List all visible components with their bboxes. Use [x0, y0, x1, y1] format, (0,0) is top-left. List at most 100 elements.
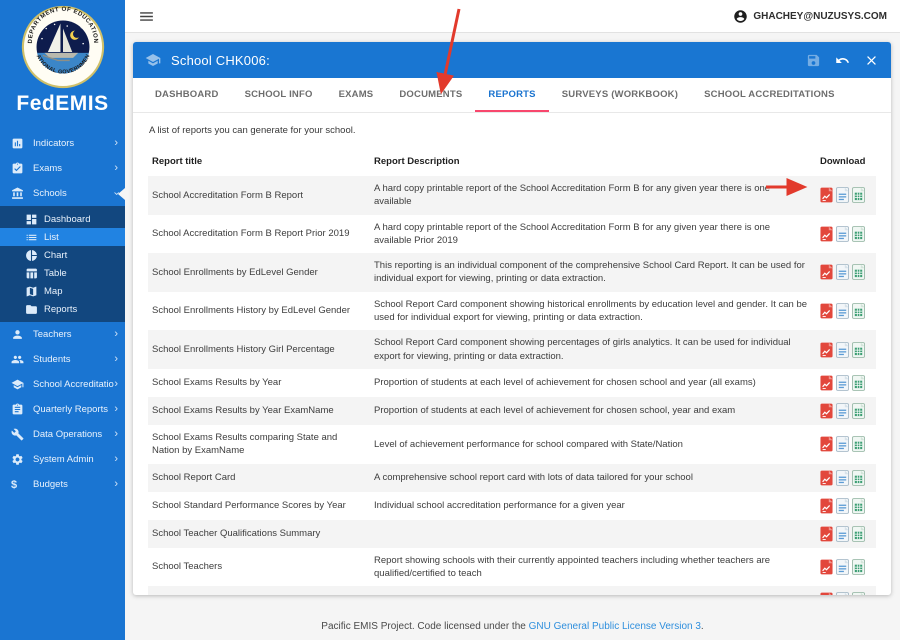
undo-icon[interactable]	[835, 53, 850, 68]
download-cell	[820, 303, 872, 319]
download-pdf-button[interactable]	[820, 226, 833, 242]
sidebar-item-label: Students	[33, 354, 114, 365]
download-doc-button[interactable]	[836, 592, 849, 595]
download-xls-button[interactable]	[852, 264, 865, 280]
sidebar-item-label: System Admin	[33, 454, 114, 465]
download-cell	[820, 187, 872, 203]
sidebar-item-teachers[interactable]: Teachers ›	[0, 322, 125, 347]
download-pdf-button[interactable]	[820, 436, 833, 452]
download-xls-button[interactable]	[852, 436, 865, 452]
download-doc-button[interactable]	[836, 526, 849, 542]
sidebar-subitem-map[interactable]: Map	[0, 282, 125, 300]
people-icon	[11, 353, 26, 366]
download-xls-button[interactable]	[852, 375, 865, 391]
download-pdf-button[interactable]	[820, 526, 833, 542]
close-icon[interactable]	[864, 53, 879, 68]
download-pdf-button[interactable]	[820, 592, 833, 595]
table-row: Student Enrollment by Age and Grades by …	[148, 586, 876, 595]
sidebar-item-quarterly-reports[interactable]: Quarterly Reports ›	[0, 397, 125, 422]
report-description-cell: A hard copy printable report of the Scho…	[374, 221, 808, 248]
download-doc-button[interactable]	[836, 559, 849, 575]
list-icon	[25, 231, 38, 244]
download-doc-button[interactable]	[836, 187, 849, 203]
column-header-description: Report Description	[374, 156, 808, 167]
sidebar-item-exams[interactable]: Exams ›	[0, 156, 125, 181]
user-menu[interactable]: GHACHEY@NUZUSYS.COM	[733, 9, 887, 24]
active-route-marker	[118, 188, 125, 200]
folder-icon	[25, 303, 38, 316]
download-doc-button[interactable]	[836, 498, 849, 514]
download-xls-button[interactable]	[852, 342, 865, 358]
download-xls-button[interactable]	[852, 526, 865, 542]
sidebar-item-data-operations[interactable]: Data Operations ›	[0, 422, 125, 447]
sidebar-subitem-dashboard[interactable]: Dashboard	[0, 210, 125, 228]
report-description-cell: Proportion of students at each level of …	[374, 404, 808, 417]
download-xls-button[interactable]	[852, 470, 865, 486]
sidebar-subitem-reports[interactable]: Reports	[0, 300, 125, 318]
table-row: School Standard Performance Scores by Ye…	[148, 492, 876, 520]
tab-label: SCHOOL ACCREDITATIONS	[704, 89, 835, 100]
download-doc-button[interactable]	[836, 342, 849, 358]
table-row: School Report Card A comprehensive schoo…	[148, 464, 876, 492]
download-pdf-button[interactable]	[820, 470, 833, 486]
report-title-cell: School Exams Results by Year ExamName	[152, 404, 362, 417]
sidebar-subitem-list[interactable]: List	[0, 228, 125, 246]
download-pdf-button[interactable]	[820, 187, 833, 203]
download-pdf-button[interactable]	[820, 498, 833, 514]
download-xls-button[interactable]	[852, 498, 865, 514]
sidebar-item-label: Indicators	[33, 138, 114, 149]
chevron-right-icon: ›	[114, 163, 118, 174]
download-xls-button[interactable]	[852, 187, 865, 203]
modal-actions	[806, 53, 879, 68]
tab-reports[interactable]: REPORTS	[475, 78, 548, 112]
sidebar-subitem-chart[interactable]: Chart	[0, 246, 125, 264]
download-pdf-button[interactable]	[820, 342, 833, 358]
report-description-cell: School Report Card component showing per…	[374, 336, 808, 363]
tab-bar: DASHBOARD SCHOOL INFO EXAMS DOCUMENTS RE…	[133, 78, 891, 113]
download-pdf-button[interactable]	[820, 403, 833, 419]
download-xls-button[interactable]	[852, 559, 865, 575]
menu-icon[interactable]	[138, 8, 155, 25]
main-area: GHACHEY@NUZUSYS.COM School CHK006:	[125, 0, 900, 640]
sidebar-subitem-table[interactable]: Table	[0, 264, 125, 282]
tab-school-info[interactable]: SCHOOL INFO	[232, 78, 326, 112]
download-doc-button[interactable]	[836, 375, 849, 391]
download-cell	[820, 498, 872, 514]
report-description-cell: Individual school accreditation performa…	[374, 499, 808, 512]
table-row: School Exams Results comparing State and…	[148, 425, 876, 464]
download-doc-button[interactable]	[836, 264, 849, 280]
tab-label: SURVEYS (WORKBOOK)	[562, 89, 678, 100]
sidebar-item-students[interactable]: Students ›	[0, 347, 125, 372]
download-doc-button[interactable]	[836, 470, 849, 486]
tab-documents[interactable]: DOCUMENTS	[386, 78, 475, 112]
download-doc-button[interactable]	[836, 303, 849, 319]
sidebar-item-school-accreditations[interactable]: School Accreditations ›	[0, 372, 125, 397]
download-pdf-button[interactable]	[820, 559, 833, 575]
tab-school-accreditations[interactable]: SCHOOL ACCREDITATIONS	[691, 78, 848, 112]
tab-surveys-workbook[interactable]: SURVEYS (WORKBOOK)	[549, 78, 691, 112]
download-pdf-button[interactable]	[820, 303, 833, 319]
sidebar-item-system-admin[interactable]: System Admin ›	[0, 447, 125, 472]
tab-label: DASHBOARD	[155, 89, 219, 100]
save-icon[interactable]	[806, 53, 821, 68]
download-doc-button[interactable]	[836, 403, 849, 419]
download-pdf-button[interactable]	[820, 264, 833, 280]
sidebar-item-budgets[interactable]: $ Budgets ›	[0, 472, 125, 497]
license-link[interactable]: GNU General Public License Version 3	[529, 621, 701, 632]
sidebar-item-label: School Accreditations	[33, 379, 114, 390]
sidebar-item-schools[interactable]: Schools ›	[0, 181, 125, 206]
clipboard-check-icon	[11, 162, 26, 175]
download-xls-button[interactable]	[852, 592, 865, 595]
table-row: School Exams Results by Year Proportion …	[148, 369, 876, 397]
download-xls-button[interactable]	[852, 403, 865, 419]
tab-dashboard[interactable]: DASHBOARD	[142, 78, 232, 112]
tab-exams[interactable]: EXAMS	[326, 78, 387, 112]
download-xls-button[interactable]	[852, 303, 865, 319]
download-doc-button[interactable]	[836, 436, 849, 452]
sidebar-item-indicators[interactable]: Indicators ›	[0, 131, 125, 156]
download-doc-button[interactable]	[836, 226, 849, 242]
download-xls-button[interactable]	[852, 226, 865, 242]
download-pdf-button[interactable]	[820, 375, 833, 391]
report-title-cell: School Report Card	[152, 471, 362, 484]
download-cell	[820, 264, 872, 280]
